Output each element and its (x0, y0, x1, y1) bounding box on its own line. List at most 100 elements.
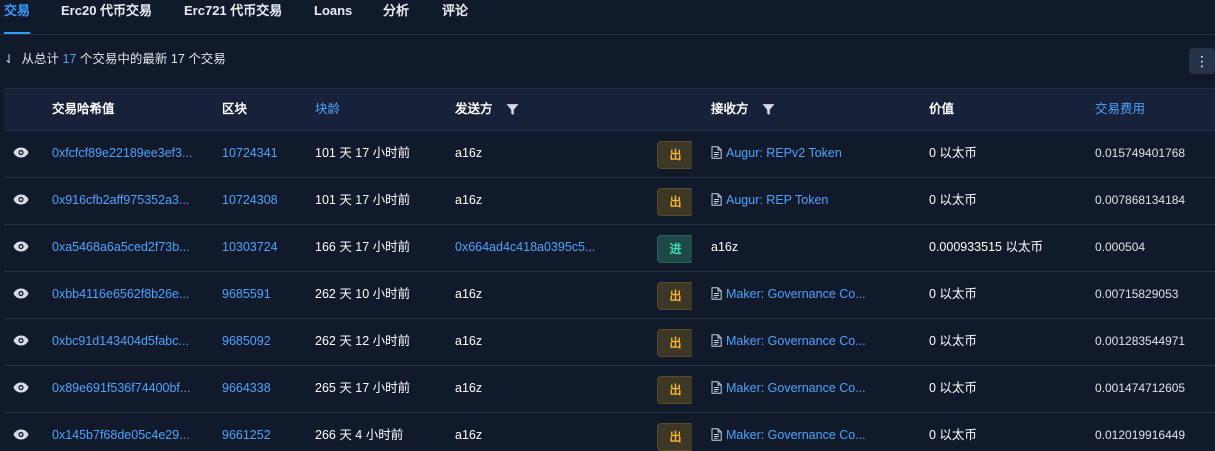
direction-badge: 出 (657, 141, 692, 169)
to-address[interactable]: Maker: Governance Co... (711, 366, 886, 412)
to-address[interactable]: Augur: REPv2 Token (711, 131, 886, 177)
to-address-label: Augur: REP Token (726, 193, 829, 207)
block-link[interactable]: 10303724 (222, 225, 302, 271)
vertical-dots-icon: ⋮ (1195, 52, 1209, 69)
tx-value: 0 以太币 (929, 193, 977, 207)
to-address[interactable]: Maker: Governance Co... (711, 272, 886, 318)
tx-fee: 0.000504 (1095, 240, 1146, 254)
contract-doc-icon (711, 428, 722, 441)
preview-eye-icon[interactable] (13, 225, 35, 271)
direction-cell: 出 (657, 272, 692, 318)
header-tx-fee[interactable]: 交易费用 (1095, 89, 1145, 130)
tab-analytics[interactable]: 分析 (383, 0, 409, 34)
from-address: a16z (455, 334, 483, 348)
tx-value: 0 以太币 (929, 146, 977, 160)
contract-doc-icon (711, 193, 722, 206)
summary-suffix: 个交易 (188, 52, 226, 66)
to-address-label: Maker: Governance Co... (726, 428, 866, 442)
to-address-label: Augur: REPv2 Token (726, 146, 842, 160)
from-address: a16z (455, 146, 483, 160)
header-from-label: 发送方 (455, 102, 493, 116)
summary-latest: 17 (170, 52, 185, 66)
direction-badge: 进 (657, 235, 692, 263)
tab-loans[interactable]: Loans (314, 0, 352, 34)
summary-total[interactable]: 17 (62, 52, 76, 66)
more-options-button[interactable]: ⋮ (1189, 48, 1215, 74)
tx-fee: 0.015749401768 (1095, 146, 1186, 160)
direction-badge: 出 (657, 329, 692, 357)
header-from: 发送方 (455, 89, 519, 130)
direction-badge: 出 (657, 282, 692, 310)
preview-eye-icon[interactable] (13, 413, 35, 451)
direction-badge: 出 (657, 423, 692, 451)
tab-erc20-transfers[interactable]: Erc20 代币交易 (61, 0, 152, 34)
tab-erc721-transfers[interactable]: Erc721 代币交易 (184, 0, 282, 34)
tx-age: 101 天 17 小时前 (315, 193, 411, 207)
contract-doc-icon (711, 334, 722, 347)
direction-badge: 出 (657, 376, 692, 404)
from-address: a16z (455, 287, 483, 301)
direction-badge: 出 (657, 188, 692, 216)
table-row: 0xbb4116e6562f8b26e... 9685591 262 天 10 小时… (4, 272, 1215, 319)
preview-eye-icon[interactable] (13, 272, 35, 318)
filter-icon[interactable] (506, 103, 519, 116)
block-link[interactable]: 9661252 (222, 413, 302, 451)
header-value: 价值 (929, 102, 955, 116)
preview-eye-icon[interactable] (13, 319, 35, 365)
direction-cell: 进 (657, 225, 692, 271)
tab-bar: 交易 Erc20 代币交易 Erc721 代币交易 Loans 分析 评论 (0, 0, 1215, 35)
to-address-label: Maker: Governance Co... (726, 334, 866, 348)
tx-hash-link[interactable]: 0xbc91d143404d5fabc... (52, 319, 202, 365)
to-address[interactable]: Maker: Governance Co... (711, 413, 886, 451)
tx-hash-link[interactable]: 0xa5468a6a5ced2f73b... (52, 225, 202, 271)
contract-doc-icon (711, 287, 722, 300)
header-to-label: 接收方 (711, 102, 749, 116)
transactions-summary: ⇃ 从总计 17 个交易中的最新 17 个交易 (4, 48, 226, 67)
tx-hash-link[interactable]: 0x145b7f68de05c4e29... (52, 413, 202, 451)
from-address: a16z (455, 428, 483, 442)
tx-value: 0 以太币 (929, 287, 977, 301)
header-age[interactable]: 块龄 (315, 89, 340, 130)
direction-cell: 出 (657, 131, 692, 177)
tx-hash-link[interactable]: 0xbb4116e6562f8b26e... (52, 272, 202, 318)
direction-cell: 出 (657, 366, 692, 412)
tx-value: 0.000933515 以太币 (929, 240, 1043, 254)
contract-doc-icon (711, 381, 722, 394)
to-address-label: a16z (711, 240, 739, 254)
block-link[interactable]: 9664338 (222, 366, 302, 412)
to-address[interactable]: Maker: Governance Co... (711, 319, 886, 365)
block-link[interactable]: 10724341 (222, 131, 302, 177)
table-row: 0x916cfb2aff975352a3... 10724308 101 天 17 … (4, 178, 1215, 225)
tx-age: 262 天 12 小时前 (315, 334, 411, 348)
tx-age: 262 天 10 小时前 (315, 287, 411, 301)
table-row: 0xa5468a6a5ced2f73b... 10303724 166 天 17 小… (4, 225, 1215, 272)
contract-doc-icon (711, 146, 722, 159)
filter-icon[interactable] (762, 103, 775, 116)
tx-hash-link[interactable]: 0x89e691f536f74400bf... (52, 366, 202, 412)
tx-fee: 0.001283544971 (1095, 334, 1186, 348)
block-link[interactable]: 9685591 (222, 272, 302, 318)
to-address-label: Maker: Governance Co... (726, 287, 866, 301)
to-address[interactable]: Augur: REP Token (711, 178, 886, 224)
direction-cell: 出 (657, 413, 692, 451)
summary-middle: 个交易中的最新 (79, 52, 168, 66)
block-link[interactable]: 9685092 (222, 319, 302, 365)
preview-eye-icon[interactable] (13, 366, 35, 412)
preview-eye-icon[interactable] (13, 178, 35, 224)
tab-comments[interactable]: 评论 (442, 0, 468, 34)
from-address: a16z (455, 381, 483, 395)
tx-fee: 0.001474712605 (1095, 381, 1186, 395)
table-header: 交易哈希值 区块 块龄 发送方 接收方 价值 交易费用 (4, 88, 1215, 131)
block-link[interactable]: 10724308 (222, 178, 302, 224)
from-address: a16z (455, 193, 483, 207)
tx-hash-link[interactable]: 0xfcfcf89e22189ee3ef3... (52, 131, 202, 177)
from-address[interactable]: 0x664ad4c418a0395c5... (455, 225, 615, 271)
tx-hash-link[interactable]: 0x916cfb2aff975352a3... (52, 178, 202, 224)
tx-fee: 0.012019916449 (1095, 428, 1186, 442)
preview-eye-icon[interactable] (13, 131, 35, 177)
tx-age: 166 天 17 小时前 (315, 240, 411, 254)
to-address-label: Maker: Governance Co... (726, 381, 866, 395)
table-row: 0x145b7f68de05c4e29... 9661252 266 天 4 小时前… (4, 413, 1215, 451)
tab-transactions[interactable]: 交易 (4, 0, 31, 34)
tx-age: 265 天 17 小时前 (315, 381, 411, 395)
